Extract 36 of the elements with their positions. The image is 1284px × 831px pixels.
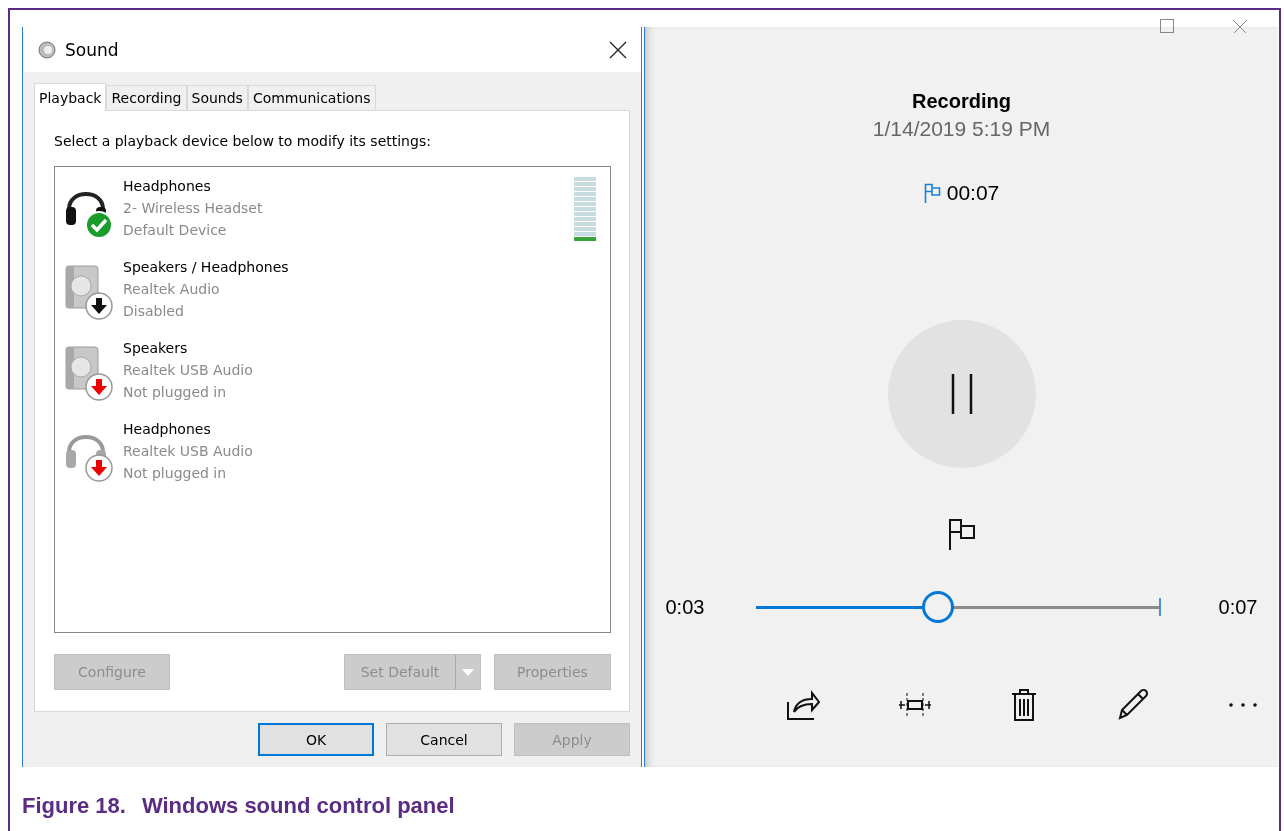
device-name: Headphones [123,177,212,196]
device-detail: Realtek USB Audio [123,442,253,461]
duration-time: 0:07 [1217,595,1258,619]
slider-thumb[interactable] [922,591,955,623]
figure-caption: Windows sound control panel [141,793,455,819]
delete-icon[interactable] [1009,688,1038,722]
device-name: Speakers [123,339,189,358]
recording-title: Recording [912,90,1011,113]
more-icon[interactable] [1227,702,1258,708]
tab[interactable]: Recording [106,85,187,110]
device-status: Not plugged in [123,464,228,483]
current-time: 0:03 [665,595,706,619]
device-detail: Realtek Audio [123,280,221,299]
window-title: Sound [65,39,120,60]
device-status: Default Device [123,221,228,240]
marker-time: 00:07 [946,181,1000,205]
device-detail: 2- Wireless Headset [123,199,263,218]
caret-icon [462,668,474,676]
device-status: Disabled [123,302,185,321]
maximize-icon[interactable] [1160,19,1174,33]
figure-label: Figure 18. [22,793,126,819]
instruction-text: Select a playback device below to modify its settings: [54,133,432,149]
add-marker-button[interactable] [947,518,976,550]
tab[interactable]: Playback [34,83,107,111]
share-icon[interactable] [785,690,820,720]
device-name: Speakers / Headphones [123,258,289,277]
tab[interactable]: Communications [247,85,376,110]
dialog-button[interactable]: Cancel [386,723,502,756]
device-status: Not plugged in [123,383,228,402]
dialog-button[interactable]: OK [258,723,374,756]
close-icon[interactable] [609,40,627,59]
tab[interactable]: Sounds [186,85,248,110]
recording-date: 1/14/2019 5:19 PM [872,117,1051,141]
device-detail: Realtek USB Audio [123,361,253,380]
flag-icon [923,183,941,203]
device-name: Headphones [123,420,212,439]
